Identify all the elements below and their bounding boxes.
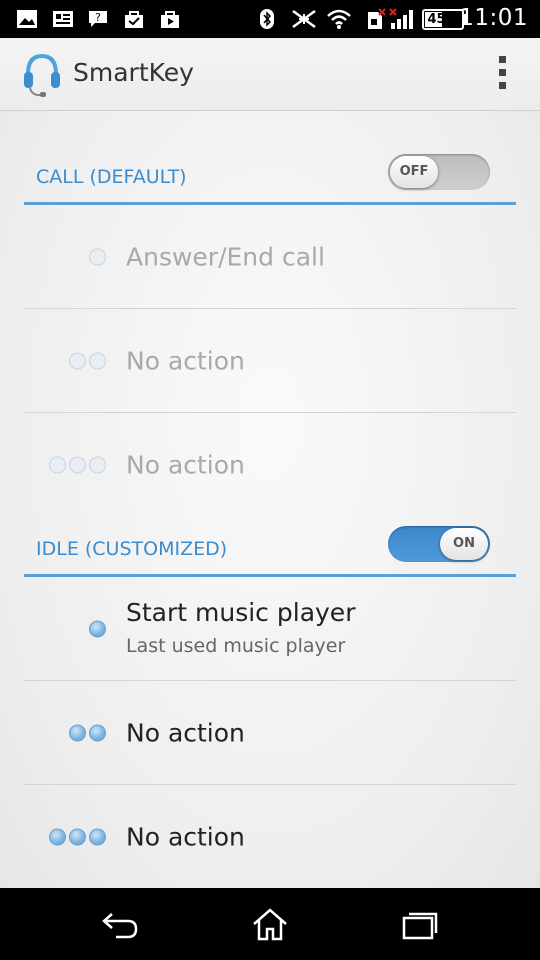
press-dot [69, 724, 86, 741]
app-title: SmartKey [73, 58, 194, 87]
idle-single-press-row[interactable]: Start music player Last used music playe… [24, 577, 516, 681]
triple-press-icon [49, 828, 106, 846]
press-dot [89, 724, 106, 741]
section-title: CALL (DEFAULT) [36, 166, 187, 188]
navigation-bar [0, 888, 540, 960]
battery-percent: 45% [427, 12, 459, 27]
toggle-knob: OFF [390, 156, 438, 188]
action-bar: SmartKey [0, 38, 540, 111]
press-dot [49, 828, 66, 846]
menu-dot [498, 56, 506, 63]
svg-text:?: ? [95, 11, 101, 24]
idle-toggle[interactable]: ON [388, 526, 490, 562]
idle-triple-press-row[interactable]: No action [24, 785, 516, 889]
status-time: 11:01 [459, 5, 528, 31]
headset-icon[interactable] [22, 50, 62, 98]
no-sim-icon [368, 8, 386, 29]
single-press-icon [89, 620, 106, 637]
press-dot [69, 352, 86, 369]
call-single-press-row[interactable]: Answer/End call [24, 205, 516, 309]
menu-dot [498, 82, 506, 89]
row-label: No action [126, 822, 245, 852]
section-header-idle: IDLE (CUSTOMIZED) ON [24, 505, 516, 577]
nfc-icon [292, 9, 316, 29]
double-press-icon [69, 352, 106, 369]
row-subtitle: Last used music player [126, 635, 346, 657]
press-dot [69, 828, 86, 846]
section-title: IDLE (CUSTOMIZED) [36, 538, 228, 560]
section-header-call: CALL (DEFAULT) OFF [24, 133, 516, 205]
home-icon[interactable] [250, 906, 290, 942]
recent-apps-icon[interactable] [400, 906, 440, 942]
shopping-bag-icon [125, 11, 143, 28]
gallery-icon [17, 10, 37, 28]
idle-double-press-row[interactable]: No action [24, 681, 516, 785]
row-label: No action [126, 718, 245, 747]
news-icon [53, 11, 73, 27]
single-press-icon [89, 248, 106, 265]
bluetooth-icon [260, 9, 274, 29]
row-title: Start music player [126, 598, 356, 627]
call-toggle[interactable]: OFF [388, 154, 490, 190]
back-icon[interactable] [100, 906, 140, 942]
call-triple-press-row[interactable]: No action [24, 413, 516, 517]
row-label: No action [126, 346, 245, 375]
double-press-icon [69, 724, 106, 741]
menu-dot [498, 69, 506, 76]
play-store-icon [161, 11, 179, 28]
triple-press-icon [49, 456, 106, 474]
press-dot [89, 352, 106, 369]
toggle-knob: ON [440, 528, 488, 560]
battery-icon: 45% [422, 9, 464, 30]
wifi-icon [327, 9, 351, 29]
press-dot [89, 828, 106, 846]
press-dot [89, 620, 106, 637]
chat-icon: ? [89, 11, 107, 27]
press-dot [49, 456, 66, 474]
press-dot [69, 456, 86, 474]
row-label: No action [126, 450, 245, 480]
overflow-menu-icon[interactable] [496, 56, 508, 94]
settings-list: CALL (DEFAULT) OFF Answer/End call No ac… [0, 111, 540, 888]
call-double-press-row[interactable]: No action [24, 309, 516, 413]
status-bar: ? 45% 11:01 [0, 0, 540, 38]
press-dot [89, 456, 106, 474]
row-label: Answer/End call [126, 242, 325, 271]
press-dot [89, 248, 106, 265]
signal-icon [389, 8, 413, 29]
